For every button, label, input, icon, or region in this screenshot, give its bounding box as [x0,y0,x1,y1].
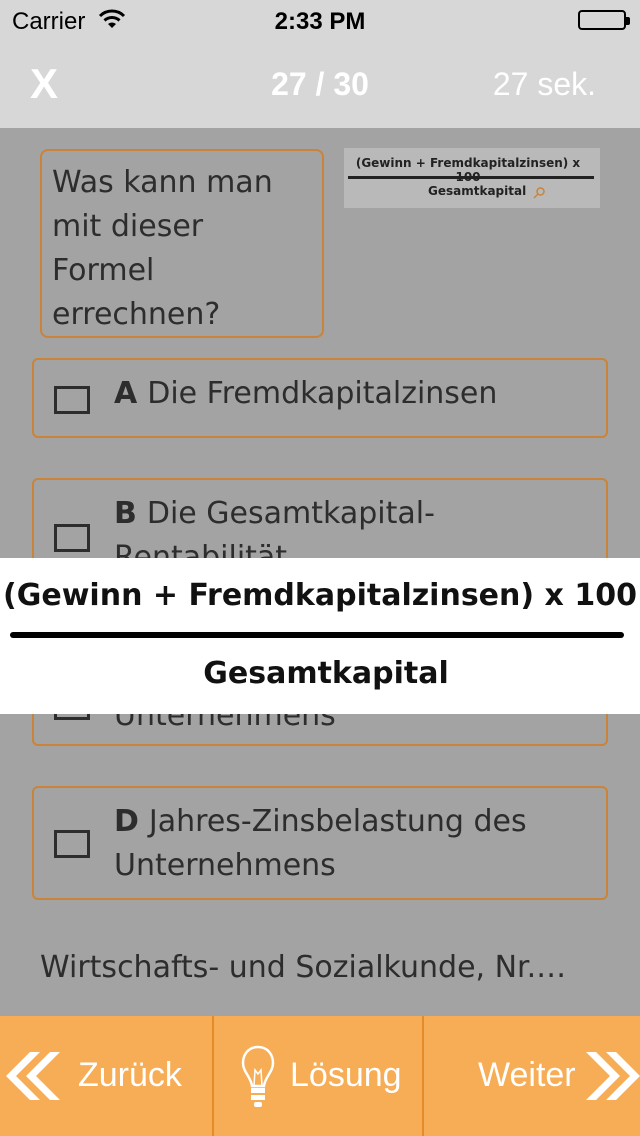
solution-button[interactable]: Lösung [214,1016,422,1136]
answer-checkbox[interactable] [54,830,90,858]
answer-letter: B [114,496,137,531]
back-chevrons-icon [4,1052,62,1109]
answer-letter: D [114,804,139,839]
solution-label: Lösung [290,1056,402,1094]
battery-icon [578,10,630,30]
answer-text: Die Fremdkapitalzinsen [147,376,498,411]
next-label: Weiter [478,1056,576,1094]
answer-checkbox[interactable] [54,524,90,552]
answer-checkbox[interactable] [54,386,90,414]
status-bar: Carrier 2:33 PM [0,0,640,40]
back-label: Zurück [78,1056,182,1094]
answer-text: Jahres-Zinsbelastung des Unternehmens [114,804,527,883]
formula-numerator: (Gewinn + Fremdkapitalzinsen) x 100 [3,578,637,613]
zoom-icon [532,185,546,204]
lightbulb-icon [240,1044,276,1119]
answer-option-a[interactable]: A Die Fremdkapitalzinsen [32,358,608,438]
bottom-toolbar: Zurück Lösung Weiter [0,1016,640,1136]
formula-thumbnail[interactable]: (Gewinn + Fremdkapitalzinsen) x 100 Gesa… [344,148,600,208]
question-text: Was kann man mit dieser Formel errechnen… [40,149,324,338]
nav-bar: X 27 / 30 27 sek. [0,40,640,128]
next-button[interactable]: Weiter [424,1016,640,1136]
formula-thumb-numerator: (Gewinn + Fremdkapitalzinsen) x 100 [355,156,581,184]
answer-option-d[interactable]: D Jahres-Zinsbelastung des Unternehmens [32,786,608,900]
answer-letter: A [114,376,138,411]
back-button[interactable]: Zurück [0,1016,212,1136]
status-time: 2:33 PM [274,8,366,35]
formula-zoom-overlay[interactable]: (Gewinn + Fremdkapitalzinsen) x 100 Gesa… [0,558,640,714]
forward-chevrons-icon [584,1052,640,1109]
formula-thumb-denominator: Gesamtkapital [428,184,527,198]
formula-denominator: Gesamtkapital [203,656,449,691]
formula-divider [10,632,624,638]
question-source: Wirtschafts- und Sozialkunde, Nr.… [40,950,567,985]
countdown-timer: 27 sek. [492,66,596,102]
formula-thumb-divider [348,176,594,179]
